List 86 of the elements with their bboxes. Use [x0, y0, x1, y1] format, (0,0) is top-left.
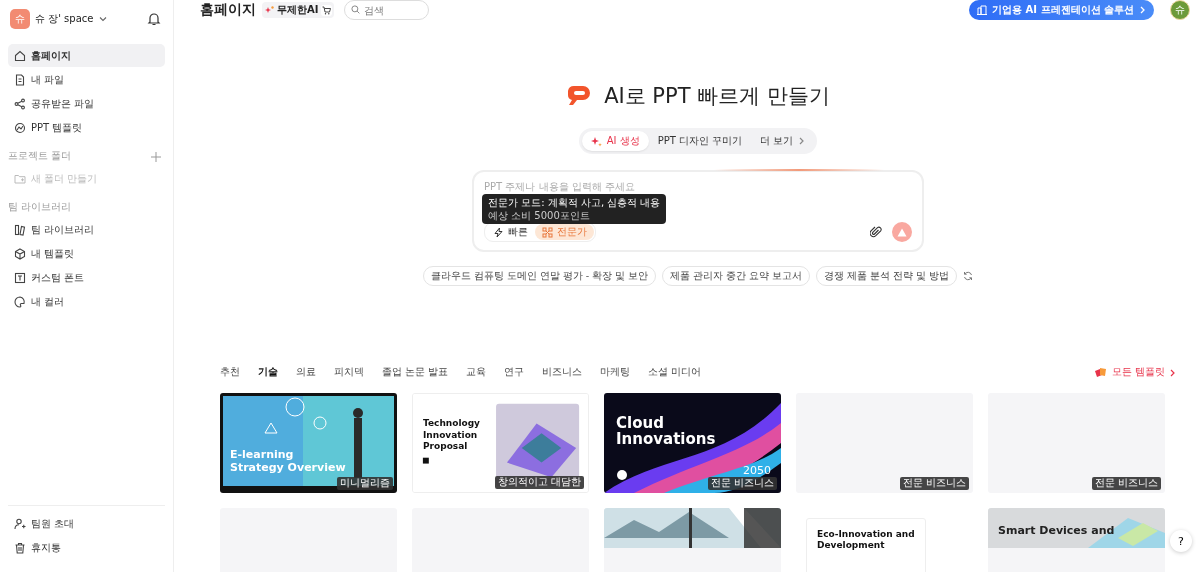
sparkle-icon — [590, 135, 602, 147]
workspace-name[interactable]: 슈 장' space — [35, 12, 94, 26]
paperclip-icon[interactable] — [870, 226, 882, 238]
all-templates-link[interactable]: 모든 템플릿 — [1093, 366, 1176, 379]
section-heading: 팀 라이브러리 — [8, 201, 72, 214]
tooltip-title: 전문가 모드: 계획적 사고, 심층적 내용 — [488, 196, 661, 209]
network-icon — [542, 226, 553, 238]
style-badge: 창의적이고 대담한 — [494, 476, 584, 489]
tooltip-subtitle: 예상 소비 5000포인트 — [488, 209, 591, 222]
font-icon — [14, 271, 26, 284]
cart-icon[interactable] — [321, 4, 333, 16]
hero-title: AI로 PPT 빠르게 만들기 — [604, 83, 830, 110]
share-icon — [14, 97, 26, 110]
cube-icon — [14, 247, 26, 260]
suggestion-chip[interactable]: 제품 관리자 중간 요약 보고서 — [662, 266, 811, 286]
mode-tab[interactable]: PPT 디자인 꾸미기 — [648, 131, 752, 151]
sidebar-item[interactable]: 홈페이지 — [8, 44, 165, 67]
suggestion-chip[interactable]: 경쟁 제품 분석 전략 및 방법 — [816, 266, 958, 286]
category-tab[interactable]: 기술 — [258, 366, 278, 379]
building-icon — [977, 5, 988, 15]
style-badge: 전문 비즈니스 — [899, 477, 969, 490]
style-badge: 전문 비즈니스 — [707, 477, 777, 490]
sparkle-icon — [265, 5, 274, 15]
template-card[interactable]: Cloud Innovations 2050 전문 비즈니스 — [604, 393, 781, 493]
category-tab[interactable]: 추천 — [220, 366, 240, 379]
unlimited-ai-badge[interactable]: 무제한AI — [262, 2, 335, 18]
refresh-icon[interactable] — [963, 271, 974, 281]
library-icon — [14, 223, 26, 236]
category-tab[interactable]: 피치덱 — [334, 366, 364, 379]
sidebar-item[interactable]: 팀원 초대 — [8, 512, 165, 535]
template-card[interactable]: Smart Devices and — [988, 508, 1165, 572]
sidebar-item[interactable]: 내 컬러 — [8, 290, 165, 313]
suggestion-chip[interactable]: 클라우드 컴퓨팅 도메인 연말 평가 - 확장 및 보안 — [422, 266, 657, 286]
sidebar-item[interactable]: 팀 라이브러리 — [8, 218, 165, 241]
send-icon — [897, 227, 907, 237]
templates-icon — [1093, 366, 1108, 379]
style-badge: 전문 비즈니스 — [1091, 477, 1161, 490]
category-tab[interactable]: 연구 — [504, 366, 525, 379]
chevron-right-icon — [1169, 368, 1176, 377]
category-tab[interactable]: 졸업 논문 발표 — [382, 366, 449, 379]
sidebar-item[interactable]: 내 템플릿 — [8, 242, 165, 265]
template-card[interactable]: E-learning Strategy Overview 미니멀리즘 — [220, 393, 397, 493]
category-tab[interactable]: 비즈니스 — [542, 366, 583, 379]
bell-icon[interactable] — [147, 12, 161, 26]
trash-icon — [14, 541, 26, 554]
add-user-icon — [14, 517, 26, 530]
folder-plus-icon — [14, 172, 26, 185]
template-card[interactable]: Technology Innovation Proposal 창의적이고 대담한 — [412, 393, 589, 493]
slide-title: Smart Devices and — [998, 524, 1115, 537]
sidebar-item[interactable]: 내 파일 — [8, 68, 165, 91]
mode-toggle[interactable]: 빠른 — [486, 224, 535, 240]
slide-title: Technology Innovation Proposal — [423, 418, 481, 453]
sidebar-item[interactable]: 커스텀 폰트 — [8, 266, 165, 289]
logo-icon — [566, 85, 593, 107]
slide-title: Eco-Innovation and Development — [817, 529, 916, 551]
sidebar-item[interactable]: 휴지통 — [8, 536, 165, 559]
template-card[interactable]: 전문 비즈니스 — [796, 393, 973, 493]
section-heading: 프로젝트 폴더 — [8, 150, 72, 163]
palette-icon — [14, 295, 26, 308]
slide-title: Cloud Innovations — [616, 415, 717, 447]
template-card[interactable]: Eco-Innovation and Development — [806, 518, 926, 572]
category-tab[interactable]: 의료 — [296, 366, 316, 379]
badge-label: 무제한AI — [277, 3, 319, 17]
mode-tab[interactable]: 더 보기 — [751, 131, 815, 151]
home-icon — [14, 49, 26, 62]
category-tab[interactable]: 소셜 미디어 — [648, 366, 702, 379]
chevron-right-icon — [798, 137, 806, 145]
help-button[interactable]: ? — [1170, 530, 1192, 552]
template-card[interactable]: 전문 비즈니스 — [988, 393, 1165, 493]
sidebar-item[interactable]: PPT 템플릿 — [8, 116, 165, 139]
lightning-icon — [493, 226, 504, 238]
slide-title: E-learning Strategy Overview — [230, 448, 347, 474]
page-title: 홈페이지 — [200, 1, 256, 19]
mode-tab[interactable]: AI 생성 — [581, 131, 649, 151]
chevron-right-icon — [1139, 6, 1146, 14]
search-icon — [351, 5, 361, 14]
chevron-down-icon[interactable] — [98, 14, 109, 24]
file-icon — [14, 73, 26, 86]
style-badge: 미니멀리즘 — [337, 477, 393, 490]
search-field[interactable]: 검색 — [344, 0, 430, 20]
sidebar-item[interactable]: 공유받은 파일 — [8, 92, 165, 115]
slide-year: 2050 — [743, 464, 771, 477]
enterprise-button[interactable]: 기업용 AI 프레젠테이션 솔루션 — [969, 0, 1154, 20]
category-tab[interactable]: 교육 — [466, 366, 487, 379]
category-tab[interactable]: 마케팅 — [600, 366, 631, 379]
template-icon — [14, 121, 26, 134]
